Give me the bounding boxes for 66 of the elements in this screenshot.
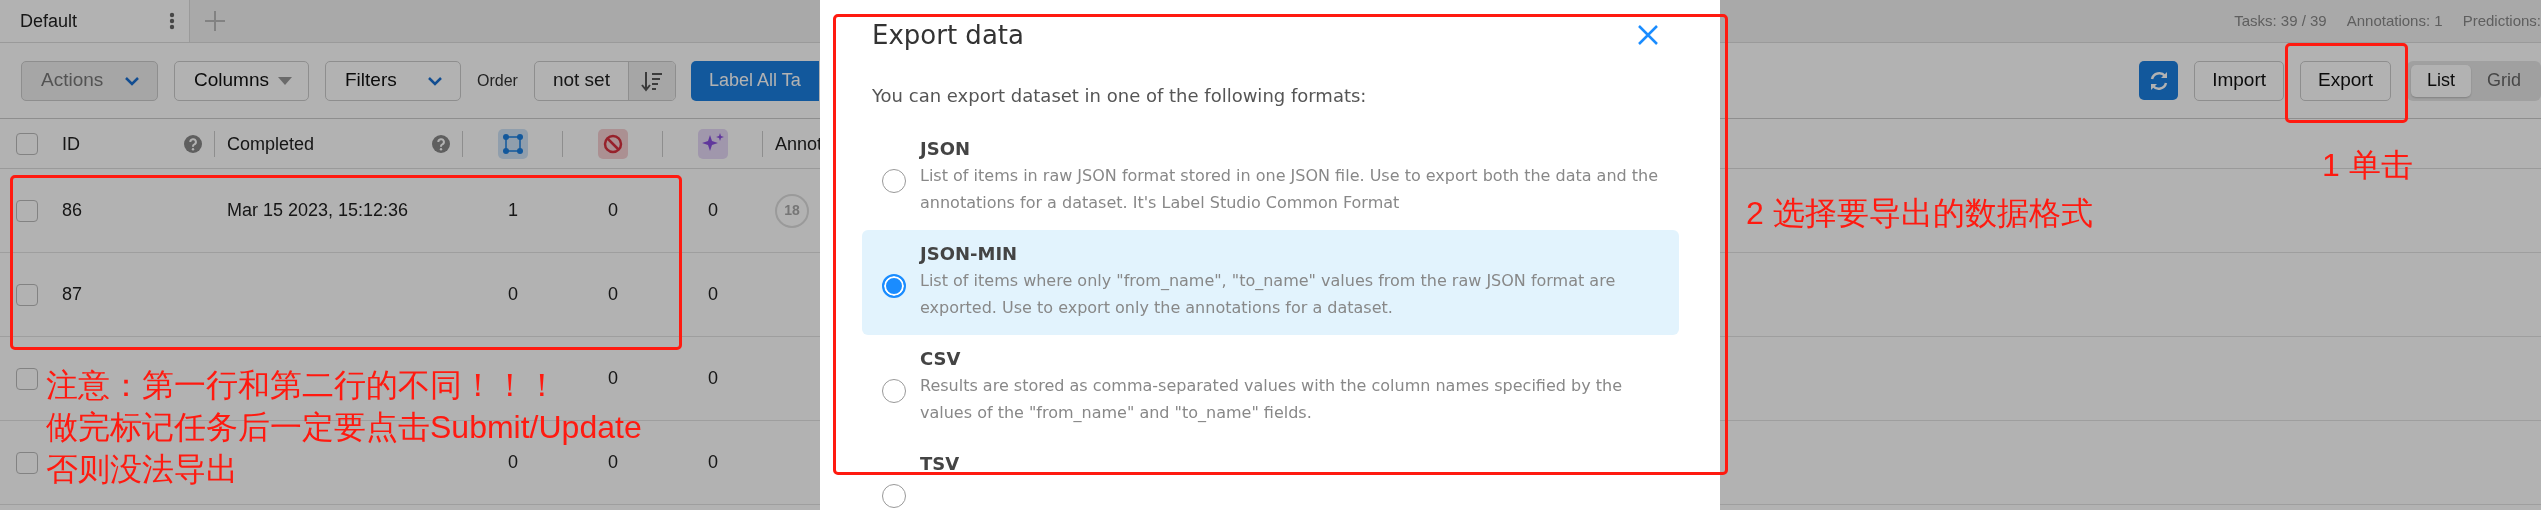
view-toggle-button[interactable]: List	[2410, 64, 2471, 97]
table-cell-text: 0	[508, 451, 518, 474]
format-option[interactable]: JSON List of items in raw JSON format stored in one JSON file. Use to export both the data and the annotations for a dataset. It's Label Studio Common Format	[862, 125, 1679, 230]
format-description: List of items where only "from_name", "to_name" values from the raw JSON format are exported. Use to export only the annotations for a dataset.	[920, 270, 1617, 319]
format-name: CSV	[920, 347, 962, 371]
column-header: Annot	[775, 132, 823, 156]
format-name: JSON-MIN	[920, 242, 1019, 266]
table-cell-text: 0	[508, 283, 518, 306]
format-option[interactable]: JSON-MIN List of items where only "from_name", "to_name" values from the raw JSON format are exported. Use to export only the annotations for a dataset.	[862, 230, 1679, 335]
dialog-title: Export data	[872, 18, 1024, 52]
format-name: TSV	[920, 452, 960, 476]
format-option[interactable]: CSV Results are stored as comma-separated values with the column names specified by the values of the "from_name" and "to_name" fields.	[862, 335, 1679, 440]
annotation-text: 做完标记任务后一定要点击Submit/Update	[46, 408, 642, 446]
ban-icon	[597, 129, 628, 159]
format-name: JSON	[920, 137, 972, 161]
row-checkbox[interactable]	[16, 451, 38, 474]
view-toggle-button[interactable]: Grid	[2471, 64, 2537, 97]
table-cell-text: 0	[708, 283, 718, 306]
annotation-text: 否则没法导出	[46, 450, 238, 488]
dialog-intro: You can export dataset in one of the following formats:	[871, 84, 1368, 108]
table-cell-text: Mar 15 2023, 15:12:36	[227, 199, 409, 222]
sparkles-icon	[697, 129, 728, 159]
sync-button[interactable]	[2139, 61, 2179, 100]
kebab-menu-icon[interactable]	[169, 12, 175, 30]
row-checkbox[interactable]	[16, 367, 38, 390]
stat-text: Tasks: 39 / 39	[2234, 10, 2327, 31]
annotation-text: 注意：第一行和第二行的不同！！！	[46, 366, 558, 404]
column-header: Completed	[227, 132, 315, 156]
table-cell-text: 0	[708, 451, 718, 474]
format-description: List of items in raw JSON format stored in one JSON file. Use to export both the data and the annotations for a dataset. It's Label Studio Common Format	[920, 165, 1659, 214]
format-description: Results are stored as comma-separated values with the column names specified by the values of the "from_name" and "to_name" fields.	[920, 375, 1623, 424]
radio-button[interactable]	[882, 274, 906, 298]
dropdown-button[interactable]: Filters	[325, 60, 461, 101]
view-tab[interactable]: Default	[0, 0, 190, 42]
radio-button[interactable]	[882, 379, 906, 403]
table-cell-text: 87	[62, 283, 83, 306]
annotator-avatar: 18	[775, 193, 809, 228]
bounding-box-icon	[497, 129, 528, 159]
close-icon[interactable]	[1637, 24, 1659, 46]
annotation-text: 1 单击	[2322, 146, 2413, 184]
caret-down-icon	[278, 76, 292, 85]
select-all-checkbox[interactable]	[16, 133, 38, 155]
table-cell-text: 86	[62, 199, 83, 222]
annotation-text: 2 选择要导出的数据格式	[1746, 194, 2093, 232]
radio-button[interactable]	[882, 484, 906, 508]
table-cell-text: 0	[608, 451, 618, 474]
stat-text: Annotations: 1	[2346, 10, 2443, 31]
column-header: ID	[62, 132, 80, 156]
import-button[interactable]: Import	[2194, 60, 2285, 101]
table-cell-text: 0	[608, 283, 618, 306]
help-icon[interactable]	[432, 135, 450, 153]
dropdown-button[interactable]: Columns	[174, 60, 309, 101]
table-cell-text: 0	[608, 367, 618, 390]
add-tab-icon[interactable]	[204, 10, 226, 32]
order-label: Order	[477, 70, 518, 91]
radio-button[interactable]	[882, 169, 906, 193]
row-checkbox[interactable]	[16, 199, 38, 222]
stat-text: Predictions:	[2462, 10, 2541, 31]
table-cell-text: 0	[708, 367, 718, 390]
help-icon[interactable]	[184, 135, 202, 153]
table-cell-text: 0	[608, 199, 618, 222]
table-cell-text: 0	[708, 199, 718, 222]
row-checkbox[interactable]	[16, 283, 38, 306]
export-button[interactable]: Export	[2300, 60, 2391, 101]
format-option[interactable]: TSV	[862, 440, 1679, 510]
table-cell-text: 1	[508, 199, 518, 222]
